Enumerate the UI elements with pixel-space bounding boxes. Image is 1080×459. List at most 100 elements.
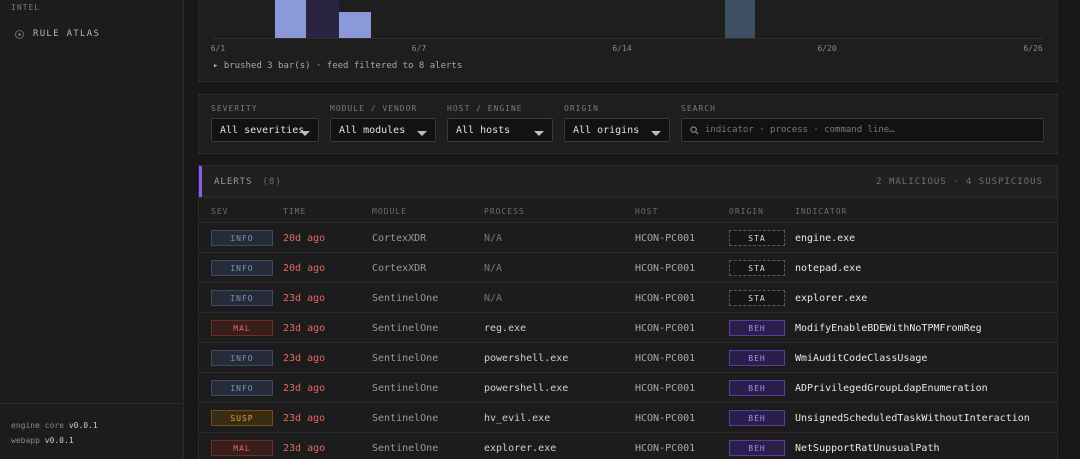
col-indicator[interactable]: INDICATOR: [795, 207, 847, 216]
alert-indicator: engine.exe: [795, 233, 856, 244]
severity-badge: INFO: [211, 230, 273, 246]
alerts-panel: ALERTS (8) 2 MALICIOUS · 4 SUSPICIOUS SE…: [198, 165, 1058, 459]
x-tick-label: 6/20: [817, 44, 837, 53]
sidebar-item-rule-atlas[interactable]: RULE ATLAS: [15, 29, 100, 39]
alert-host: HCON-PC001: [635, 353, 696, 364]
brush-status: ▸ brushed 3 bar(s) · feed filtered to 8 …: [213, 61, 463, 71]
x-tick-label: 6/1: [210, 44, 226, 53]
sidebar-section-label: INTEL: [11, 3, 41, 12]
webapp-label: webapp: [11, 436, 40, 445]
alert-row[interactable]: SUSP 23d ago SentinelOne hv_evil.exe HCO…: [199, 403, 1057, 433]
col-process[interactable]: PROCESS: [484, 207, 525, 216]
engine-version: v0.0.1: [68, 421, 98, 430]
origin-badge: STA: [729, 290, 785, 306]
origin-filter-label: ORIGIN: [564, 104, 599, 113]
origin-select[interactable]: All origins: [564, 118, 670, 142]
alert-time: 23d ago: [283, 413, 326, 424]
module-filter: MODULE / VENDOR All modules: [330, 104, 436, 142]
chevron-down-icon: [300, 131, 310, 136]
alert-process: explorer.exe: [484, 443, 557, 454]
origin-badge: BEH: [729, 440, 785, 456]
origin-badge: STA: [729, 230, 785, 246]
origin-badge: BEH: [729, 410, 785, 426]
alert-module: SentinelOne: [372, 413, 439, 424]
search-box[interactable]: [681, 118, 1044, 142]
filters-panel: SEVERITY All severities MODULE / VENDOR …: [198, 94, 1058, 154]
engine-label: engine core: [11, 421, 64, 430]
alert-row[interactable]: MAL 23d ago SentinelOne reg.exe HCON-PC0…: [199, 313, 1057, 343]
severity-select-value: All severities: [220, 124, 305, 136]
alert-row[interactable]: MAL 23d ago SentinelOne explorer.exe HCO…: [199, 433, 1057, 459]
alert-host: HCON-PC001: [635, 263, 696, 274]
origin-select-value: All origins: [573, 124, 640, 136]
alerts-summary: 2 MALICIOUS · 4 SUSPICIOUS: [876, 176, 1043, 187]
alert-host: HCON-PC001: [635, 443, 696, 454]
alerts-header: ALERTS (8) 2 MALICIOUS · 4 SUSPICIOUS: [199, 166, 1057, 197]
timeline-bar-selected[interactable]: [339, 12, 371, 38]
version-footer: engine core v0.0.1 webapp v0.0.1: [0, 403, 184, 448]
target-icon: [15, 29, 24, 39]
timeline-bar-selected[interactable]: [306, 0, 339, 38]
x-tick-label: 6/7: [411, 44, 427, 53]
search-icon: [690, 125, 699, 134]
alert-module: SentinelOne: [372, 443, 439, 454]
alert-indicator: WmiAuditCodeClassUsage: [795, 353, 928, 364]
alert-process: N/A: [484, 263, 503, 274]
webapp-version-line: webapp v0.0.1: [11, 433, 184, 448]
alert-row[interactable]: INFO 20d ago CortexXDR N/A HCON-PC001 ST…: [199, 223, 1057, 253]
alert-indicator: notepad.exe: [795, 263, 862, 274]
col-module[interactable]: MODULE: [372, 207, 407, 216]
alert-time: 20d ago: [283, 233, 326, 244]
alert-host: HCON-PC001: [635, 293, 696, 304]
alert-row[interactable]: INFO 23d ago SentinelOne powershell.exe …: [199, 343, 1057, 373]
module-select[interactable]: All modules: [330, 118, 436, 142]
alert-module: CortexXDR: [372, 263, 427, 274]
alert-indicator: NetSupportRatUnusualPath: [795, 443, 940, 454]
origin-filter: ORIGIN All origins: [564, 104, 670, 142]
alert-time: 23d ago: [283, 353, 326, 364]
alert-module: SentinelOne: [372, 293, 439, 304]
alerts-column-headers: SEV TIME MODULE PROCESS HOST ORIGIN INDI…: [199, 197, 1057, 223]
timeline-bar-selected[interactable]: [275, 0, 306, 38]
alert-process: powershell.exe: [484, 383, 569, 394]
col-host[interactable]: HOST: [635, 207, 658, 216]
alert-indicator: UnsignedScheduledTaskWithoutInteraction: [795, 413, 1030, 424]
alert-process: hv_evil.exe: [484, 413, 551, 424]
timeline-chart[interactable]: [213, 0, 1043, 39]
origin-badge: BEH: [729, 380, 785, 396]
origin-badge: BEH: [729, 320, 785, 336]
alert-time: 23d ago: [283, 443, 326, 454]
host-select[interactable]: All hosts: [447, 118, 553, 142]
timeline-bar[interactable]: [725, 0, 755, 38]
host-filter-label: HOST / ENGINE: [447, 104, 523, 113]
severity-badge: INFO: [211, 290, 273, 306]
alert-module: SentinelOne: [372, 323, 439, 334]
alerts-count: (8): [262, 176, 282, 187]
alert-host: HCON-PC001: [635, 383, 696, 394]
col-time[interactable]: TIME: [283, 207, 306, 216]
alert-time: 20d ago: [283, 263, 326, 274]
search-filter-label: SEARCH: [681, 104, 716, 113]
search-input[interactable]: [705, 125, 1025, 135]
alert-module: SentinelOne: [372, 383, 439, 394]
col-sev[interactable]: SEV: [211, 207, 228, 216]
alert-time: 23d ago: [283, 383, 326, 394]
col-origin[interactable]: ORIGIN: [729, 207, 764, 216]
chevron-down-icon: [651, 131, 661, 136]
alert-row[interactable]: INFO 23d ago SentinelOne powershell.exe …: [199, 373, 1057, 403]
alert-host: HCON-PC001: [635, 413, 696, 424]
alert-time: 23d ago: [283, 293, 326, 304]
alert-host: HCON-PC001: [635, 233, 696, 244]
alert-module: SentinelOne: [372, 353, 439, 364]
host-filter: HOST / ENGINE All hosts: [447, 104, 553, 142]
alert-process: N/A: [484, 293, 503, 304]
alert-module: CortexXDR: [372, 233, 427, 244]
severity-badge: INFO: [211, 380, 273, 396]
host-select-value: All hosts: [456, 124, 511, 136]
webapp-version: v0.0.1: [44, 436, 74, 445]
alert-row[interactable]: INFO 23d ago SentinelOne N/A HCON-PC001 …: [199, 283, 1057, 313]
origin-badge: BEH: [729, 350, 785, 366]
alert-row[interactable]: INFO 20d ago CortexXDR N/A HCON-PC001 ST…: [199, 253, 1057, 283]
severity-filter: SEVERITY All severities: [211, 104, 319, 142]
severity-select[interactable]: All severities: [211, 118, 319, 142]
